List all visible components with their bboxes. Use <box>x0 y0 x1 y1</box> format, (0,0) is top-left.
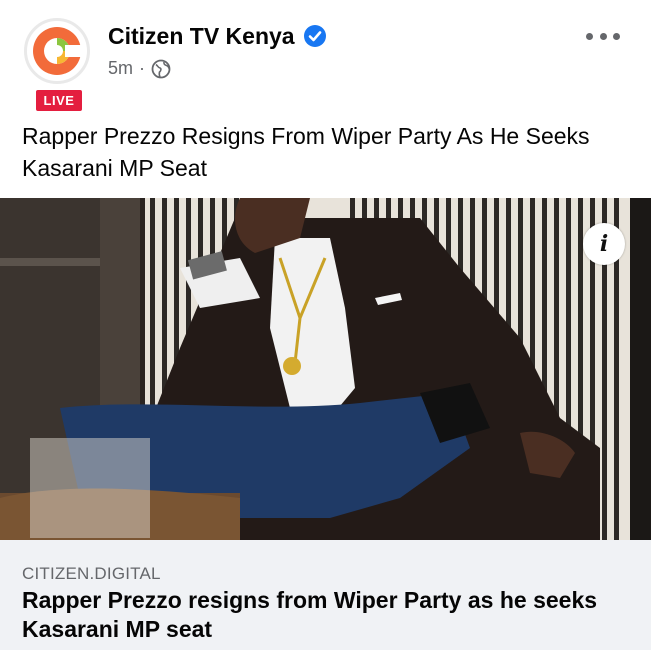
link-domain: CITIZEN.DIGITAL <box>22 564 161 583</box>
verified-badge-icon <box>304 25 326 47</box>
post-meta: 5m · <box>108 58 171 79</box>
post-text: Rapper Prezzo Resigns From Wiper Party A… <box>22 123 590 181</box>
page-name[interactable]: Citizen TV Kenya <box>108 23 295 50</box>
citizen-tv-logo <box>24 18 90 84</box>
post-time[interactable]: 5m <box>108 58 133 79</box>
globe-icon[interactable] <box>151 59 171 79</box>
info-icon[interactable]: i <box>583 223 625 265</box>
post-header: LIVE Citizen TV Kenya 5m · <box>0 0 651 115</box>
post-image[interactable]: i <box>0 198 651 540</box>
dot <box>586 32 593 40</box>
dot <box>599 32 607 40</box>
more-options-icon[interactable] <box>586 24 620 48</box>
photo-illustration <box>0 198 651 540</box>
dot <box>613 32 620 40</box>
meta-separator: · <box>139 58 146 78</box>
live-badge: LIVE <box>34 88 84 113</box>
link-title[interactable]: Rapper Prezzo resigns from Wiper Party a… <box>22 586 622 644</box>
page-avatar[interactable]: LIVE <box>24 18 90 113</box>
